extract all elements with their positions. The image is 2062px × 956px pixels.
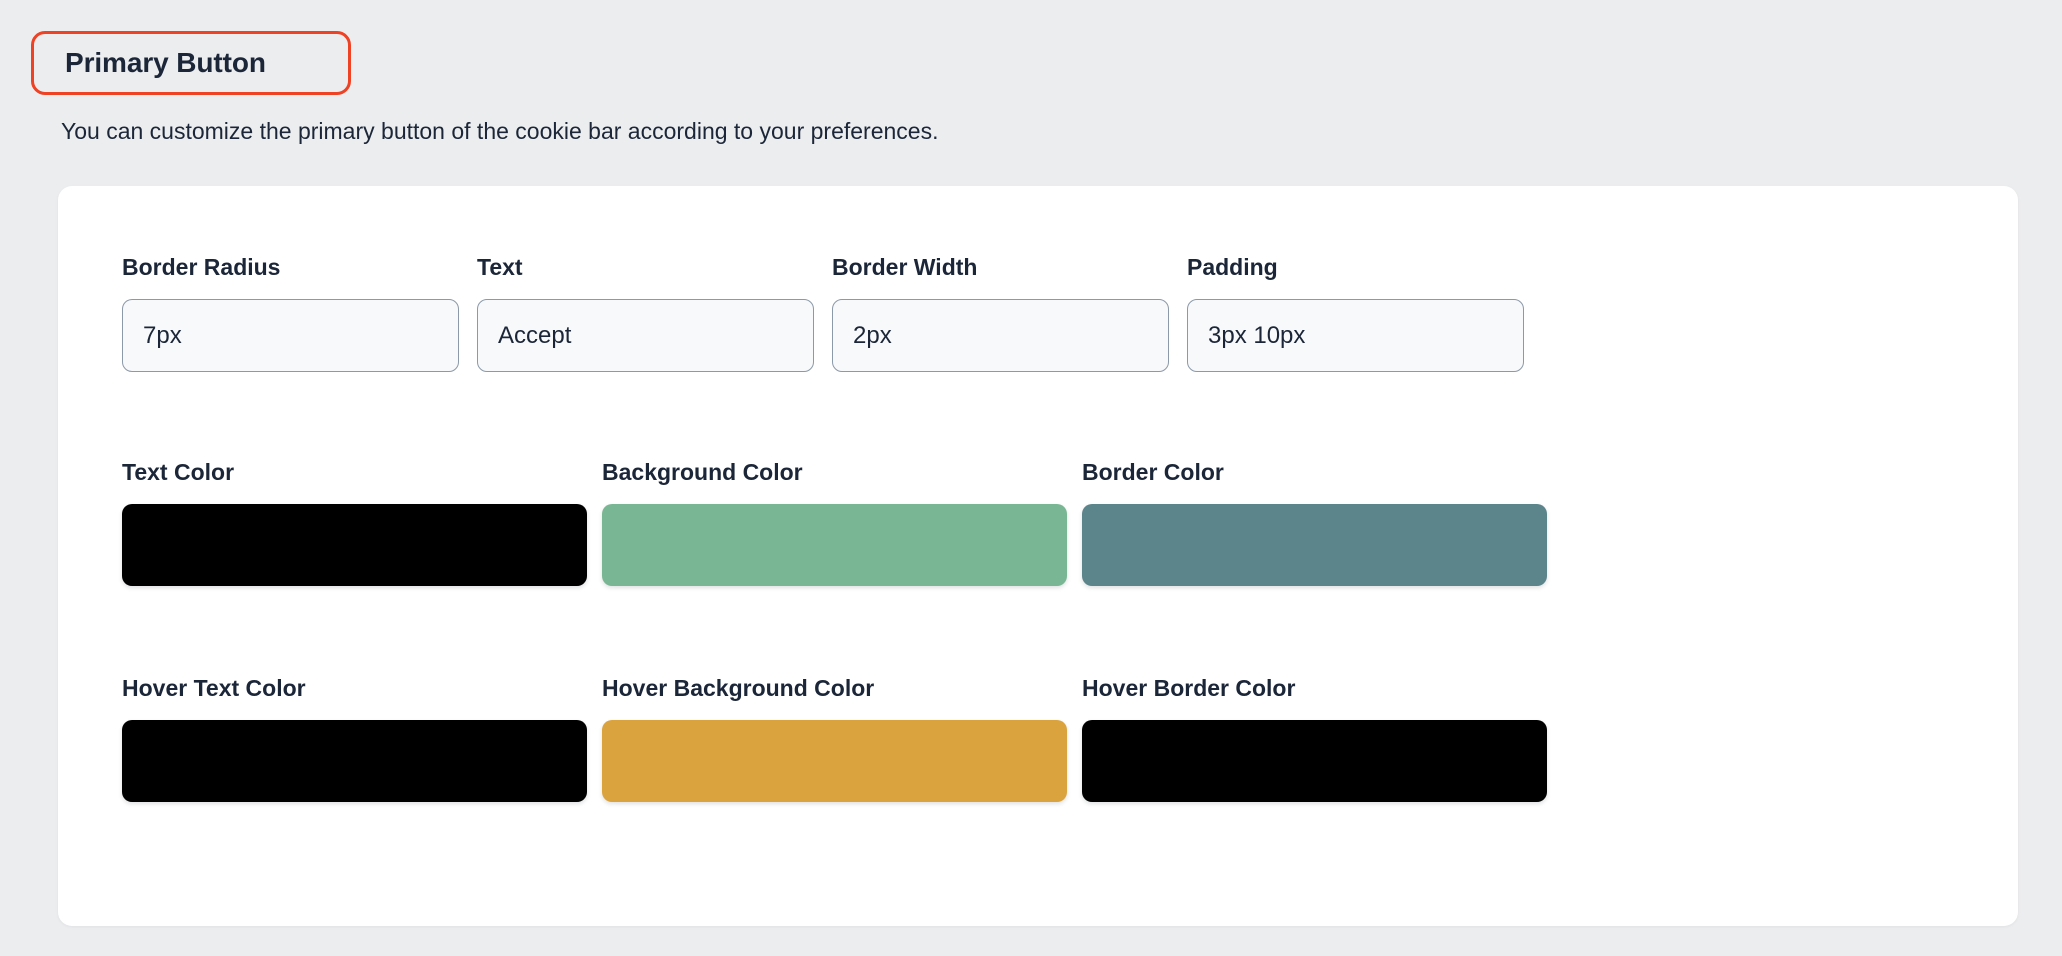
field-border-radius: Border Radius (122, 256, 459, 372)
page-title-annotation-box: Primary Button (31, 31, 351, 95)
settings-page: Primary Button You can customize the pri… (0, 0, 2062, 956)
field-border-width: Border Width (832, 256, 1169, 372)
color-swatch-row: Text Color Background Color Border Color (122, 461, 1547, 586)
swatch-group-text-color: Text Color (122, 461, 587, 586)
swatch-group-hover-text-color: Hover Text Color (122, 677, 587, 802)
color-swatch-border-color[interactable] (1082, 504, 1547, 586)
page-title: Primary Button (65, 47, 266, 78)
input-border-radius[interactable] (122, 299, 459, 372)
text-fields-row: Border Radius Text Border Width Padding (122, 256, 1524, 372)
hover-color-swatch-row: Hover Text Color Hover Background Color … (122, 677, 1547, 802)
swatch-label-border-color: Border Color (1082, 459, 1224, 485)
field-text: Text (477, 256, 814, 372)
field-padding: Padding (1187, 256, 1524, 372)
field-label-text: Text (477, 254, 523, 280)
field-label-padding: Padding (1187, 254, 1278, 280)
swatch-label-hover-border-color: Hover Border Color (1082, 675, 1296, 701)
color-swatch-hover-border-color[interactable] (1082, 720, 1547, 802)
swatch-label-hover-background-color: Hover Background Color (602, 675, 875, 701)
swatch-group-border-color: Border Color (1082, 461, 1547, 586)
swatch-group-hover-background-color: Hover Background Color (602, 677, 1067, 802)
color-swatch-hover-text-color[interactable] (122, 720, 587, 802)
color-swatch-background-color[interactable] (602, 504, 1067, 586)
swatch-label-text-color: Text Color (122, 459, 235, 485)
field-label-border-radius: Border Radius (122, 254, 281, 280)
field-label-border-width: Border Width (832, 254, 978, 280)
swatch-label-hover-text-color: Hover Text Color (122, 675, 306, 701)
input-text[interactable] (477, 299, 814, 372)
settings-card: Border Radius Text Border Width Padding … (58, 186, 2018, 926)
swatch-label-background-color: Background Color (602, 459, 803, 485)
input-border-width[interactable] (832, 299, 1169, 372)
input-padding[interactable] (1187, 299, 1524, 372)
swatch-group-background-color: Background Color (602, 461, 1067, 586)
page-subtitle: You can customize the primary button of … (61, 118, 939, 144)
color-swatch-text-color[interactable] (122, 504, 587, 586)
color-swatch-hover-background-color[interactable] (602, 720, 1067, 802)
swatch-group-hover-border-color: Hover Border Color (1082, 677, 1547, 802)
